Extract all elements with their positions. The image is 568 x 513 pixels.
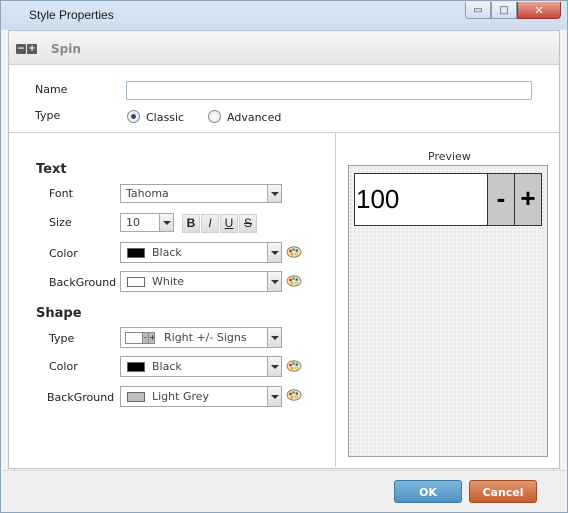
collapse-icon[interactable]: − xyxy=(16,44,26,54)
style-properties-dialog: Style Properties ▭ □ ✕ − + Spin Name Typ… xyxy=(0,0,568,513)
name-field[interactable] xyxy=(126,81,532,100)
size-select-value: 10 xyxy=(126,216,140,229)
cancel-button[interactable]: Cancel xyxy=(469,480,537,503)
chevron-down-icon[interactable] xyxy=(267,243,281,262)
type-advanced-radio[interactable] xyxy=(208,110,221,123)
text-group-title: Text xyxy=(36,162,67,177)
shape-color-label: Color xyxy=(49,360,78,373)
size-label: Size xyxy=(49,216,72,229)
shape-background-value: Light Grey xyxy=(152,390,210,403)
type-label: Type xyxy=(35,109,61,122)
close-icon: ✕ xyxy=(534,3,544,17)
title-bar[interactable]: Style Properties ▭ □ ✕ xyxy=(1,1,567,30)
font-select[interactable]: Tahoma xyxy=(120,184,282,203)
spin-decrement-button[interactable]: - xyxy=(487,174,514,225)
section-title: Spin xyxy=(51,42,81,56)
color-palette-icon[interactable] xyxy=(286,275,302,287)
collapse-expand-icons: − + xyxy=(16,44,37,54)
chevron-down-icon[interactable] xyxy=(267,328,281,347)
shape-color-select[interactable]: Black xyxy=(120,356,282,377)
minimize-button[interactable]: ▭ xyxy=(465,2,491,19)
preview-label: Preview xyxy=(428,150,471,163)
format-buttons: B I U S xyxy=(182,214,257,233)
shape-type-label: Type xyxy=(49,332,75,345)
shape-type-value: Right +/- Signs xyxy=(164,331,247,344)
shape-color-value: Black xyxy=(152,360,182,373)
color-swatch xyxy=(127,391,145,402)
bold-button[interactable]: B xyxy=(182,214,200,233)
size-select[interactable]: 10 xyxy=(120,213,174,232)
spin-value[interactable]: 100 xyxy=(355,174,487,225)
chevron-down-icon[interactable] xyxy=(159,214,173,231)
right-signs-icon: - + xyxy=(125,331,156,344)
color-palette-icon[interactable] xyxy=(286,246,302,258)
dialog-footer: OK Cancel xyxy=(2,470,566,512)
divider xyxy=(9,132,559,133)
text-background-label: BackGround xyxy=(49,276,117,289)
type-classic-radio[interactable] xyxy=(127,110,140,123)
shape-background-label: BackGround xyxy=(47,391,115,404)
window-controls: ▭ □ ✕ xyxy=(465,2,561,19)
color-swatch xyxy=(127,276,145,287)
section-header[interactable]: − + Spin xyxy=(9,31,559,65)
color-palette-icon[interactable] xyxy=(286,389,302,401)
spin-preview[interactable]: 100 - + xyxy=(354,173,542,226)
chevron-down-icon[interactable] xyxy=(267,387,281,406)
type-advanced-label[interactable]: Advanced xyxy=(227,111,281,124)
shape-background-select[interactable]: Light Grey xyxy=(120,386,282,407)
maximize-icon: □ xyxy=(499,4,509,16)
shape-group-title: Shape xyxy=(36,306,82,321)
text-color-select[interactable]: Black xyxy=(120,242,282,263)
color-palette-icon[interactable] xyxy=(286,360,302,372)
type-classic-label[interactable]: Classic xyxy=(146,111,184,124)
spin-increment-button[interactable]: + xyxy=(514,174,541,225)
close-button[interactable]: ✕ xyxy=(517,2,561,19)
font-label: Font xyxy=(49,187,73,200)
text-color-value: Black xyxy=(152,246,182,259)
strikethrough-button[interactable]: S xyxy=(239,214,257,233)
text-background-value: White xyxy=(152,275,184,288)
underline-button[interactable]: U xyxy=(220,214,238,233)
vertical-divider xyxy=(335,133,336,467)
content-panel: − + Spin Name Type Classic Advanced Text… xyxy=(8,30,560,469)
font-select-value: Tahoma xyxy=(126,187,169,200)
window-title: Style Properties xyxy=(29,8,114,22)
name-label: Name xyxy=(35,83,68,96)
chevron-down-icon[interactable] xyxy=(267,185,281,202)
maximize-button[interactable]: □ xyxy=(491,2,517,19)
color-swatch xyxy=(127,247,145,258)
color-swatch xyxy=(127,361,145,372)
minimize-icon: ▭ xyxy=(473,4,483,16)
text-color-label: Color xyxy=(49,247,78,260)
expand-icon[interactable]: + xyxy=(27,44,37,54)
ok-button[interactable]: OK xyxy=(394,480,462,503)
text-background-select[interactable]: White xyxy=(120,271,282,292)
preview-area: 100 - + xyxy=(348,165,548,457)
chevron-down-icon[interactable] xyxy=(267,357,281,376)
italic-button[interactable]: I xyxy=(201,214,219,233)
shape-type-select[interactable]: - + Right +/- Signs xyxy=(120,327,282,348)
chevron-down-icon[interactable] xyxy=(267,272,281,291)
